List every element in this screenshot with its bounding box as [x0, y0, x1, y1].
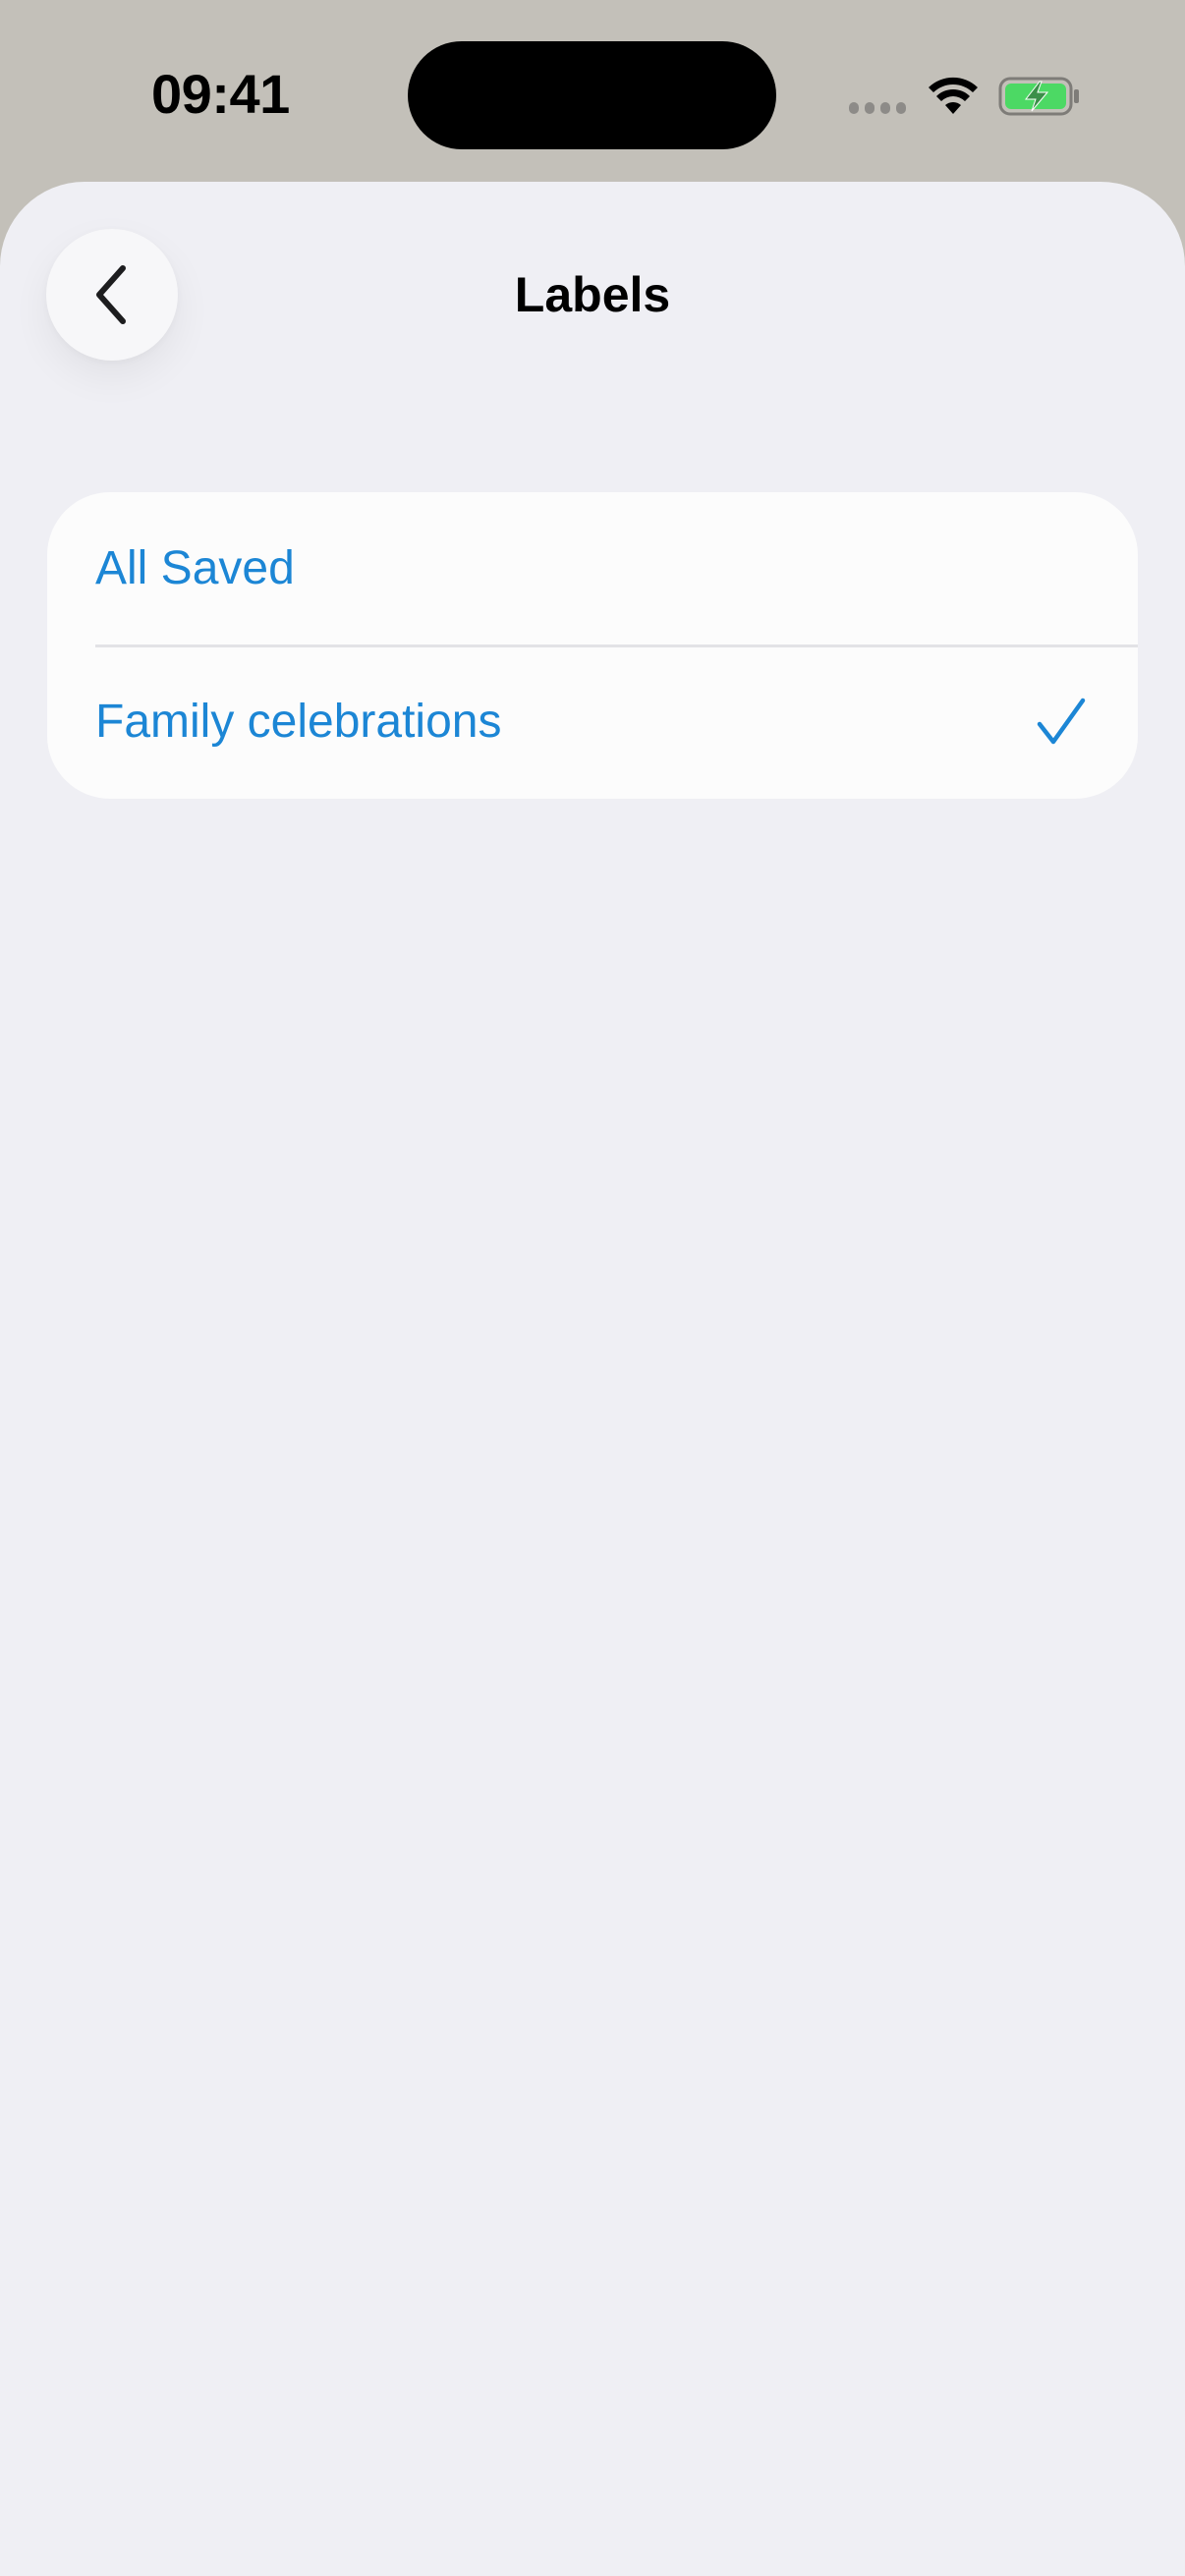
wifi-icon [929, 77, 978, 114]
page-title: Labels [514, 267, 671, 322]
status-time: 09:41 [151, 63, 290, 125]
checkmark-icon [1037, 698, 1086, 745]
labels-sheet: Labels All Saved Family celebrations [0, 182, 1185, 2576]
status-bar: 09:41 [0, 0, 1185, 182]
battery-charging-icon [998, 77, 1079, 116]
list-item-family-celebrations[interactable]: Family celebrations [47, 645, 1138, 799]
signal-dots-icon [849, 102, 906, 114]
list-item-label: Family celebrations [95, 696, 502, 748]
dynamic-island [408, 41, 776, 149]
list-item-label: All Saved [95, 542, 295, 594]
labels-list: All Saved Family celebrations [47, 492, 1138, 799]
list-item-all-saved[interactable]: All Saved [47, 492, 1138, 647]
